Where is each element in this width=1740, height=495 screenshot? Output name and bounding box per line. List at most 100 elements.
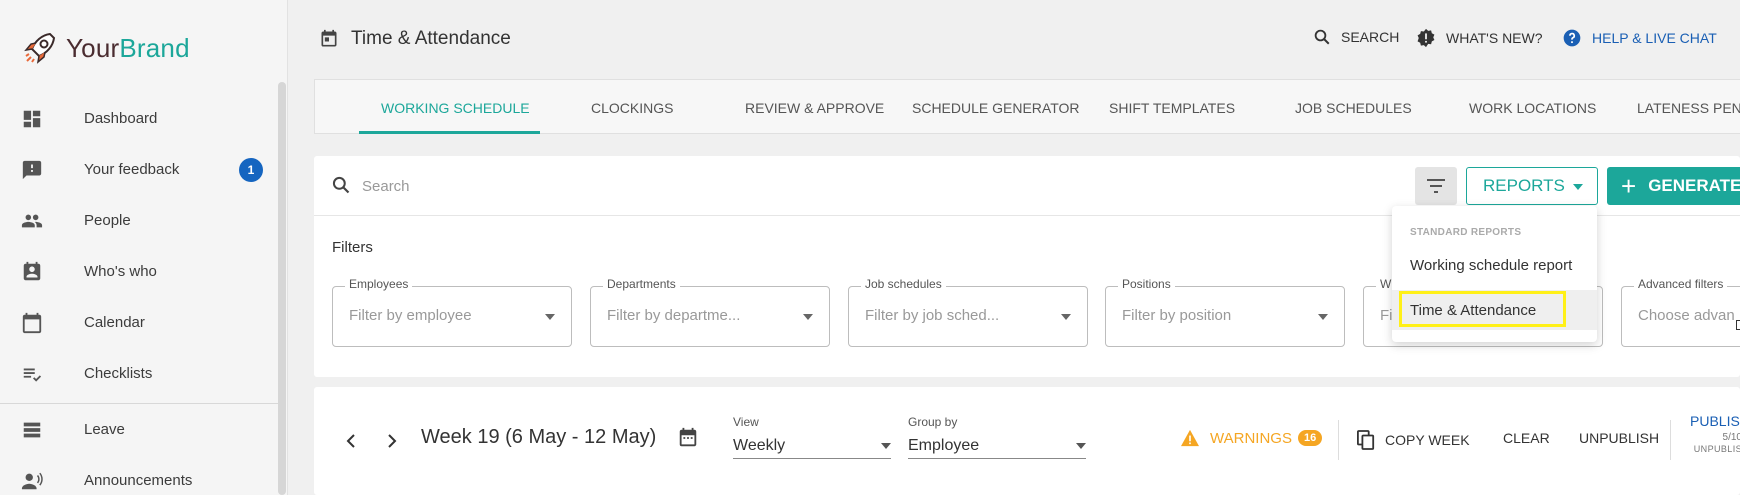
field-placeholder: Filter by departme... xyxy=(607,307,741,324)
job-schedules-filter[interactable]: Job schedules Filter by job sched... xyxy=(848,277,1088,347)
warnings-count-badge: 16 xyxy=(1297,430,1323,446)
leave-icon xyxy=(23,422,41,438)
unpublish-button[interactable]: UNPUBLISH xyxy=(1579,430,1659,446)
sidebar: Your Brand Dashboard Your feedback 1 Peop… xyxy=(0,0,288,495)
next-week-button[interactable] xyxy=(378,427,406,455)
whats-new-label: WHAT'S NEW? xyxy=(1446,30,1543,46)
publish-label: PUBLISH xyxy=(1690,413,1740,429)
copy-icon xyxy=(1357,430,1375,450)
filter-icon xyxy=(1427,179,1445,193)
search-icon xyxy=(332,176,350,194)
tab-review-approve[interactable]: REVIEW & APPROVE xyxy=(745,80,884,135)
sidebar-item-label: Who's who xyxy=(84,263,157,280)
field-label: Job schedules xyxy=(861,277,946,291)
help-chat-action[interactable]: HELP & LIVE CHAT xyxy=(1562,28,1717,48)
warnings-button[interactable]: WARNINGS 16 xyxy=(1180,429,1323,447)
sidebar-nav: Dashboard Your feedback 1 People Who's w… xyxy=(0,93,278,495)
brand-logo[interactable]: Your Brand xyxy=(20,28,190,68)
badge-icon xyxy=(23,261,41,281)
page-title: Time & Attendance xyxy=(351,28,511,49)
sidebar-item-leave[interactable]: Leave xyxy=(0,404,278,455)
tab-clockings[interactable]: CLOCKINGS xyxy=(591,80,673,135)
help-chat-label: HELP & LIVE CHAT xyxy=(1592,30,1717,46)
sidebar-item-label: Announcements xyxy=(84,472,193,489)
copy-week-label: COPY WEEK xyxy=(1385,432,1470,448)
highlight-box xyxy=(1399,291,1566,327)
unpublished-label: UNPUBLIS xyxy=(1693,444,1740,454)
announcement-icon xyxy=(21,472,43,490)
field-label: Positions xyxy=(1118,277,1175,291)
sidebar-item-label: Dashboard xyxy=(84,110,158,127)
new-release-icon xyxy=(1417,28,1435,48)
calendar-icon xyxy=(321,29,337,47)
help-icon xyxy=(1563,29,1581,47)
menu-item-working-schedule-report[interactable]: Working schedule report xyxy=(1392,245,1597,285)
page-header: Time & Attendance SEARCH WHAT'S NEW? HEL… xyxy=(288,0,1740,78)
whats-new-action[interactable]: WHAT'S NEW? xyxy=(1416,28,1543,48)
warning-icon xyxy=(1181,429,1199,447)
previous-week-button[interactable] xyxy=(337,427,365,455)
field-label: Advanced filters xyxy=(1634,277,1728,291)
filter-toggle-button[interactable] xyxy=(1415,167,1457,205)
calendar-icon xyxy=(22,312,42,334)
tab-job-schedules[interactable]: JOB SCHEDULES xyxy=(1295,80,1412,135)
sidebar-item-dashboard[interactable]: Dashboard xyxy=(0,93,278,144)
group-by-select[interactable]: Group by Employee xyxy=(908,415,1086,459)
active-tab-indicator xyxy=(359,131,540,134)
sidebar-item-label: Calendar xyxy=(84,314,145,331)
sidebar-item-label: Leave xyxy=(84,421,125,438)
tab-shift-templates[interactable]: SHIFT TEMPLATES xyxy=(1109,80,1235,135)
rocket-icon xyxy=(24,32,56,64)
tab-work-locations[interactable]: WORK LOCATIONS xyxy=(1469,80,1596,135)
view-select-value: Weekly xyxy=(733,437,786,454)
chevron-down-icon xyxy=(1076,443,1086,449)
reports-button[interactable]: REPORTS xyxy=(1466,167,1598,205)
view-select-label: View xyxy=(733,415,759,429)
tab-schedule-generator[interactable]: SCHEDULE GENERATOR xyxy=(912,80,1080,135)
tab-lateness-penalties[interactable]: LATENESS PEN xyxy=(1637,80,1740,135)
feedback-icon xyxy=(22,160,42,180)
field-placeholder: Filter by job sched... xyxy=(865,307,1000,324)
generate-button-label: GENERATE xyxy=(1648,176,1740,195)
tab-working-schedule[interactable]: WORKING SCHEDULE xyxy=(381,80,530,135)
calendar-icon xyxy=(679,427,697,447)
sidebar-item-people[interactable]: People xyxy=(0,195,278,246)
clear-button[interactable]: CLEAR xyxy=(1503,430,1550,446)
reports-button-label: REPORTS xyxy=(1483,176,1565,195)
chevron-down-icon xyxy=(1318,314,1328,320)
group-by-label: Group by xyxy=(908,415,958,429)
people-icon xyxy=(21,214,43,228)
search-action[interactable]: SEARCH xyxy=(1313,28,1399,46)
divider xyxy=(1338,420,1339,460)
reports-menu: STANDARD REPORTS Working schedule report… xyxy=(1392,206,1597,342)
date-picker-button[interactable] xyxy=(677,427,699,454)
positions-filter[interactable]: Positions Filter by position xyxy=(1105,277,1345,347)
search-icon xyxy=(1314,29,1330,45)
publish-count: 5/10 xyxy=(1722,432,1740,443)
notification-badge: 1 xyxy=(239,157,263,182)
chevron-left-icon xyxy=(346,434,355,448)
view-select[interactable]: View Weekly xyxy=(733,415,891,459)
departments-filter[interactable]: Departments Filter by departme... xyxy=(590,277,830,347)
brand-name-part1: Your xyxy=(66,32,120,63)
generate-button[interactable]: + GENERATE xyxy=(1607,167,1740,205)
employees-filter[interactable]: Employees Filter by employee xyxy=(332,277,572,347)
sidebar-item-calendar[interactable]: Calendar xyxy=(0,297,278,348)
sidebar-item-label: Checklists xyxy=(84,365,153,382)
publish-button[interactable]: PUBLISH 5/10 UNPUBLIS xyxy=(1690,413,1740,454)
resize-handle[interactable] xyxy=(1736,320,1740,330)
week-title: Week 19 (6 May - 12 May) xyxy=(421,426,657,448)
field-placeholder: Choose advan xyxy=(1638,307,1735,324)
sidebar-item-checklists[interactable]: Checklists xyxy=(0,348,278,399)
sidebar-scrollbar[interactable] xyxy=(278,82,286,495)
field-label: Departments xyxy=(603,277,680,291)
advanced-filters[interactable]: Advanced filters Choose advan xyxy=(1621,277,1740,347)
sidebar-item-whos-who[interactable]: Who's who xyxy=(0,246,278,297)
sidebar-item-announcements[interactable]: Announcements xyxy=(0,455,278,495)
filters-title: Filters xyxy=(332,239,373,256)
sidebar-item-feedback[interactable]: Your feedback 1 xyxy=(0,144,278,195)
copy-week-button[interactable]: COPY WEEK xyxy=(1357,430,1470,450)
chevron-right-icon xyxy=(388,434,397,448)
schedule-toolbar-card: Week 19 (6 May - 12 May) View Weekly Gro… xyxy=(314,387,1740,495)
search-input[interactable] xyxy=(362,172,1262,200)
